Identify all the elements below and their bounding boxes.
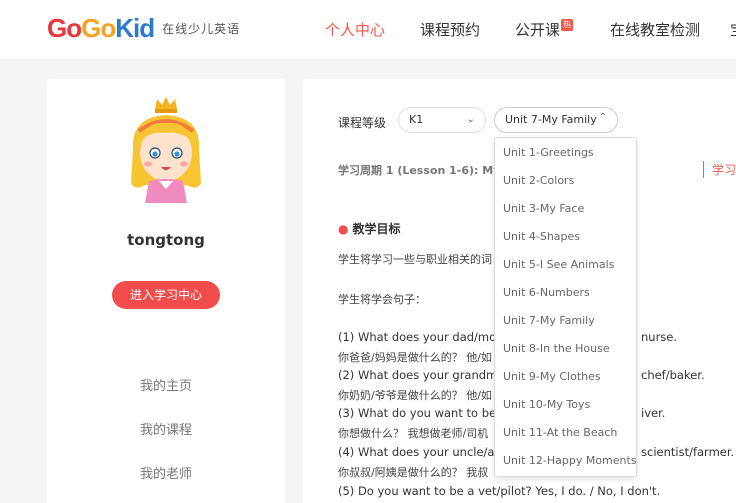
- dropdown-option-unit-12[interactable]: Unit 12-Happy Moments: [495, 447, 637, 475]
- dropdown-option-unit-10[interactable]: Unit 10-My Toys: [495, 391, 636, 419]
- profile-sidebar: tongtong 进入学习中心 我的主页 我的课程 我的老师: [47, 79, 285, 503]
- goal-text-line: 学生将学会句子：: [338, 293, 426, 306]
- study-cycle-title: 学习周期 1 (Lesson 1-6): My: [338, 164, 501, 177]
- goal-text-tail: scientist/farmer.: [641, 445, 735, 459]
- goal-text-line: (1) What does your dad/mom: [338, 330, 508, 344]
- gogokid-logo[interactable]: GoGoKid 在线少儿英语: [47, 12, 240, 44]
- level-select-value: K1: [409, 113, 424, 126]
- dropdown-option-unit-4[interactable]: Unit 4-Shapes: [495, 223, 636, 251]
- top-header: GoGoKid 在线少儿英语 个人中心 课程预约 公开课热 在线教室检测 宝: [0, 0, 736, 60]
- enter-learning-center-button[interactable]: 进入学习中心: [112, 281, 220, 309]
- goal-text-line: 学生将学习一些与职业相关的词: [338, 253, 492, 266]
- dropdown-option-unit-9[interactable]: Unit 9-My Clothes: [495, 363, 636, 391]
- goal-text-line: 你想做什么？ 我想做老师/司机: [338, 427, 489, 440]
- dropdown-option-unit-3[interactable]: Unit 3-My Face: [495, 195, 636, 223]
- hot-badge: 热: [561, 19, 574, 31]
- goal-text-line: (2) What does your grandma: [338, 368, 505, 382]
- nav-open-class[interactable]: 公开课热: [515, 19, 574, 40]
- dropdown-option-unit-1[interactable]: Unit 1-Greetings: [495, 139, 636, 167]
- chevron-up-icon: ⌃: [598, 112, 607, 123]
- goal-text-tail: nurse.: [641, 330, 678, 344]
- nav-personal-center[interactable]: 个人中心: [325, 19, 385, 40]
- goal-text-line: 你奶奶/爷爷是做什么的？ 他/如: [338, 389, 492, 402]
- unit-dropdown-menu: Unit 1-Greetings Unit 2-Colors Unit 3-My…: [494, 137, 637, 477]
- avatar: [131, 97, 201, 203]
- nav-open-class-label: 公开课: [515, 21, 561, 39]
- level-select[interactable]: K1 ⌄: [398, 107, 486, 133]
- goal-text-line: (3) What do you want to be?: [338, 406, 503, 420]
- nav-more[interactable]: 宝: [730, 19, 736, 40]
- teaching-goal-label: 教学目标: [352, 222, 401, 236]
- sidebar-item-my-teachers[interactable]: 我的老师: [47, 463, 285, 482]
- dropdown-option-unit-5[interactable]: Unit 5-I See Animals: [495, 251, 636, 279]
- unit-select-value: Unit 7-My Family: [505, 113, 597, 126]
- goal-text-tail: chef/baker.: [641, 368, 705, 382]
- teaching-goal-title: ● 教学目标: [338, 220, 401, 237]
- bullet-dot-icon: ●: [338, 222, 349, 236]
- dropdown-option-unit-7[interactable]: Unit 7-My Family: [495, 307, 636, 335]
- course-level-label: 课程等级: [338, 116, 387, 130]
- chevron-down-icon: ⌄: [466, 114, 475, 125]
- nav-course-booking[interactable]: 课程预约: [420, 19, 480, 40]
- sidebar-item-my-courses[interactable]: 我的课程: [47, 419, 285, 438]
- goal-text-line: (4) What does your uncle/au: [338, 445, 502, 459]
- goal-text-line: 你爸爸/妈妈是做什么的？ 他/如: [338, 351, 492, 364]
- username: tongtong: [127, 231, 205, 249]
- logo-subtitle: 在线少儿英语: [162, 21, 241, 36]
- crown-icon: [155, 97, 177, 113]
- dropdown-option-unit-2[interactable]: Unit 2-Colors: [495, 167, 636, 195]
- study-link[interactable]: 学习: [703, 161, 736, 178]
- goal-text-line: (5) Do you want to be a vet/pilot? Yes, …: [338, 484, 661, 498]
- dropdown-option-unit-8[interactable]: Unit 8-In the House: [495, 335, 636, 363]
- logo-wordmark: GoGoKid: [47, 12, 155, 43]
- sidebar-item-my-home[interactable]: 我的主页: [47, 375, 285, 394]
- unit-select[interactable]: Unit 7-My Family ⌃: [494, 107, 618, 133]
- nav-classroom-check[interactable]: 在线教室检测: [610, 19, 700, 40]
- goal-text-tail: iver.: [641, 406, 666, 420]
- dropdown-option-unit-11[interactable]: Unit 11-At the Beach: [495, 419, 636, 447]
- dropdown-option-unit-6[interactable]: Unit 6-Numbers: [495, 279, 636, 307]
- goal-text-line: 你叔叔/阿姨是做什么的？ 我叔: [338, 466, 489, 479]
